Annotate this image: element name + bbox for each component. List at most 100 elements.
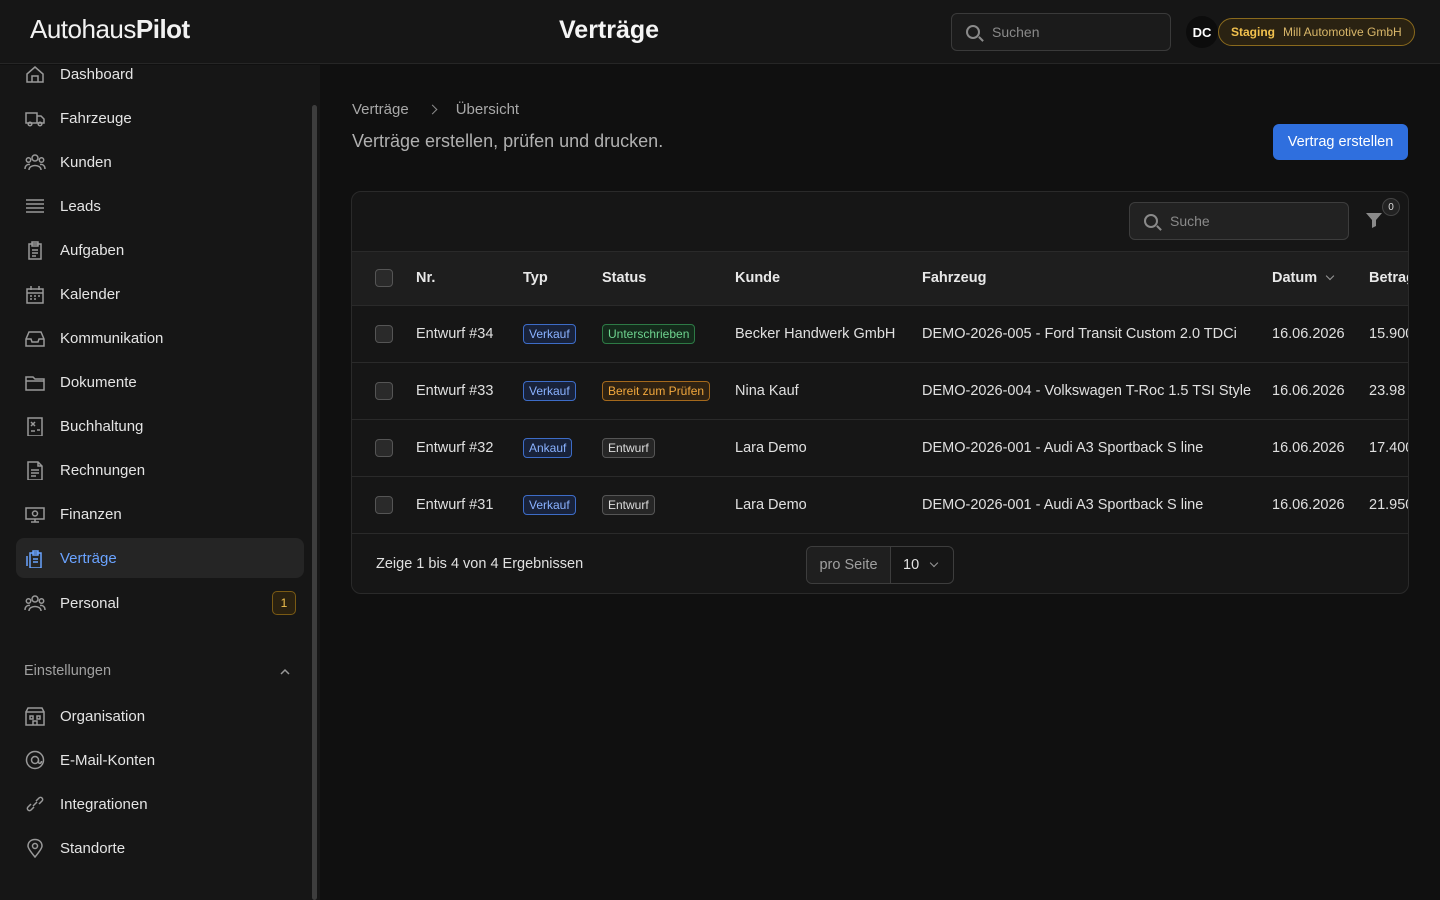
sidebar-item-fahrzeuge[interactable]: Fahrzeuge	[16, 98, 304, 138]
column-header-betrag[interactable]: Betrag	[1369, 252, 1408, 305]
cell-nr[interactable]: Entwurf #33	[416, 362, 523, 419]
organization-switcher[interactable]: Staging Mill Automotive GmbH	[1218, 18, 1415, 46]
sidebar-item-dokumente[interactable]: Dokumente	[16, 362, 304, 402]
breadcrumb-item-vertraege[interactable]: Verträge	[352, 101, 409, 118]
sidebar-item-personal[interactable]: Personal 1	[16, 583, 304, 623]
table-header-row: Nr. Typ Status Kunde Fahrzeug Datum Betr…	[352, 252, 1408, 305]
sidebar-item-label: Dokumente	[60, 373, 137, 391]
per-page-value: 10	[903, 557, 920, 573]
chevron-right-icon	[427, 104, 438, 115]
type-badge: Verkauf	[523, 380, 576, 401]
pin-icon	[27, 838, 43, 858]
table-row[interactable]: Entwurf #32 Ankauf Entwurf Lara Demo DEMO-20…	[352, 419, 1409, 476]
chevron-up-icon[interactable]	[280, 667, 290, 677]
row-checkbox[interactable]	[375, 324, 393, 343]
sidebar-item-leads[interactable]: Leads	[16, 186, 304, 226]
filter-icon[interactable]	[1364, 210, 1384, 230]
sidebar-item-dashboard[interactable]: Dashboard	[16, 54, 304, 94]
row-checkbox[interactable]	[375, 438, 393, 457]
cell-betrag: 17.400	[1369, 439, 1409, 456]
column-header-datum-label: Datum	[1272, 270, 1318, 287]
brand-name-part1: Autohaus	[30, 14, 136, 44]
search-icon	[1144, 214, 1158, 228]
sidebar-item-integrationen[interactable]: Integrationen	[16, 784, 304, 824]
user-avatar[interactable]: DC	[1186, 16, 1218, 48]
truck-icon	[25, 112, 45, 127]
global-search[interactable]	[951, 13, 1171, 51]
cell-nr[interactable]: Entwurf #32	[416, 419, 523, 476]
cell-datum: 16.06.2026	[1272, 325, 1345, 342]
sidebar-item-label: Kalender	[60, 285, 121, 303]
environment-badge: Staging	[1231, 25, 1275, 39]
brand-name-part2: Pilot	[135, 14, 190, 44]
column-header-nr[interactable]: Nr.	[416, 252, 523, 305]
sidebar-item-kunden[interactable]: Kunden	[16, 142, 304, 182]
cell-datum: 16.06.2026	[1272, 439, 1345, 456]
page-subtitle: Verträge erstellen, prüfen und drucken.	[352, 131, 664, 151]
sidebar-item-aufgaben[interactable]: Aufgaben	[16, 230, 304, 270]
column-header-datum[interactable]: Datum	[1272, 252, 1369, 305]
sidebar-item-label: Rechnungen	[60, 461, 146, 479]
row-checkbox[interactable]	[375, 381, 393, 400]
sidebar-item-rechnungen[interactable]: Rechnungen	[16, 450, 304, 490]
sort-chevron-icon	[1325, 272, 1335, 281]
search-icon	[966, 25, 980, 39]
sidebar-item-buchhaltung[interactable]: Buchhaltung	[16, 406, 304, 446]
sidebar-item-label: Integrationen	[60, 795, 148, 813]
create-contract-button[interactable]: Vertrag erstellen	[1273, 124, 1408, 160]
sidebar-item-e-mail-konten[interactable]: E-Mail-Konten	[16, 740, 304, 780]
global-search-input[interactable]	[992, 14, 1162, 50]
settings-section-title[interactable]: Einstellungen	[24, 663, 111, 679]
building-icon	[25, 707, 45, 726]
users-icon	[24, 154, 46, 171]
finance-icon	[25, 507, 45, 523]
table-row[interactable]: Entwurf #31 Verkauf Entwurf Lara Demo DEMO-2…	[352, 476, 1408, 533]
cell-kunde: Becker Handwerk GmbH	[735, 325, 896, 342]
table-row[interactable]: Entwurf #33 Verkauf Bereit zum Prüfen Nina …	[352, 362, 1408, 419]
cell-nr[interactable]: Entwurf #34	[416, 305, 523, 362]
table-search-input[interactable]	[1170, 203, 1340, 239]
sidebar-item-organisation[interactable]: Organisation	[16, 696, 304, 736]
per-page-control: pro Seite 10	[806, 546, 954, 584]
page-title: Verträge	[559, 16, 660, 44]
status-badge: Unterschrieben	[602, 323, 696, 344]
per-page-label: pro Seite	[807, 547, 891, 583]
sidebar-item-label: Verträge	[60, 549, 117, 567]
column-header-typ[interactable]: Typ	[523, 252, 602, 305]
cell-betrag: 15.900	[1369, 325, 1409, 342]
list-icon	[26, 199, 44, 213]
sidebar-item-kalender[interactable]: Kalender	[16, 274, 304, 314]
cell-datum: 16.06.2026	[1272, 382, 1345, 399]
sidebar-item-finanzen[interactable]: Finanzen	[16, 494, 304, 534]
sidebar-item-label: Personal	[60, 594, 120, 612]
invoice-icon	[27, 461, 43, 480]
cell-nr[interactable]: Entwurf #31	[416, 476, 523, 533]
table-search[interactable]	[1129, 202, 1349, 240]
results-summary: Zeige 1 bis 4 von 4 Ergebnissen	[376, 556, 584, 572]
sidebar-item-label: Dashboard	[60, 65, 134, 83]
column-header-status[interactable]: Status	[602, 252, 735, 305]
select-all-checkbox[interactable]	[375, 269, 393, 288]
sidebar-item-label: Fahrzeuge	[60, 109, 132, 127]
column-header-kunde[interactable]: Kunde	[735, 252, 922, 305]
sidebar-item-kommunikation[interactable]: Kommunikation	[16, 318, 304, 358]
column-header-fahrzeug[interactable]: Fahrzeug	[922, 252, 1272, 305]
sidebar-item-label: Aufgaben	[60, 241, 125, 259]
sidebar-item-label: E-Mail-Konten	[60, 751, 156, 769]
type-badge: Verkauf	[523, 323, 576, 344]
brand-logo[interactable]: AutohausPilot	[30, 14, 190, 45]
chevron-down-icon	[929, 558, 939, 568]
sidebar-scrollbar[interactable]	[312, 105, 317, 900]
status-badge: Entwurf	[602, 494, 655, 515]
contracts-icon	[26, 550, 42, 568]
cell-fahrzeug: DEMO-2026-004 - Volkswagen T-Roc 1.5 TSI…	[922, 382, 1252, 399]
sidebar-item-verträge[interactable]: Verträge	[16, 538, 304, 578]
table-row[interactable]: Entwurf #34 Verkauf Unterschrieben Becker H…	[352, 305, 1409, 362]
status-badge: Bereit zum Prüfen	[602, 380, 711, 401]
at-icon	[25, 750, 45, 770]
sidebar: Dashboard Fahrzeuge Kunden Leads Aufgaben Kal…	[0, 65, 320, 900]
per-page-select[interactable]: 10	[891, 547, 953, 583]
type-badge: Ankauf	[523, 437, 573, 458]
sidebar-item-standorte[interactable]: Standorte	[16, 828, 304, 868]
row-checkbox[interactable]	[375, 495, 393, 514]
